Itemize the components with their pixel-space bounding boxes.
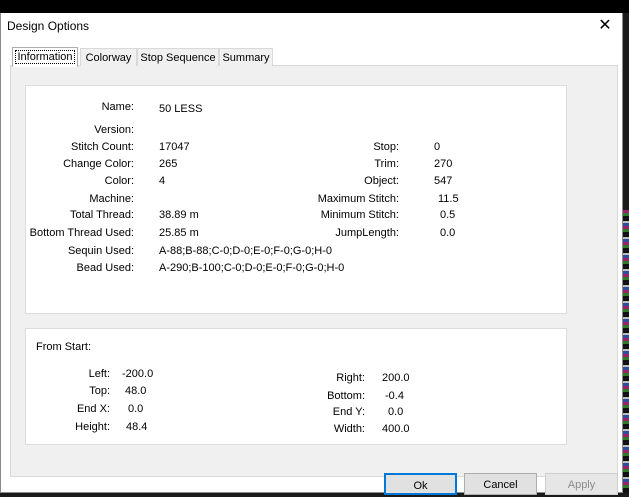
tab-stop-sequence[interactable]: Stop Sequence [137, 48, 219, 66]
bottom-value: -0.4 [385, 390, 404, 402]
from-start-title: From Start: [36, 341, 92, 353]
max-stitch-label: Maximum Stitch: [317, 193, 399, 205]
left-value: -200.0 [122, 368, 154, 380]
end-y-value: 0.0 [388, 406, 404, 418]
stitch-count-value: 17047 [159, 141, 190, 153]
name-value: 50 LESS [159, 103, 203, 115]
sequin-label: Sequin Used: [67, 245, 134, 257]
top-value: 48.0 [125, 385, 147, 397]
end-y-label: End Y: [332, 406, 365, 418]
jump-length-label: JumpLength: [335, 227, 399, 239]
cancel-button[interactable]: Cancel [464, 473, 537, 495]
max-stitch-value: 11.5 [438, 193, 459, 205]
color-value: 4 [159, 175, 166, 187]
trim-label: Trim: [374, 158, 399, 170]
height-label: Height: [75, 421, 110, 433]
trim-value: 270 [434, 158, 453, 170]
height-value: 48.4 [126, 421, 148, 433]
color-label: Color: [104, 175, 134, 187]
right-label: Right: [336, 372, 365, 384]
stop-label: Stop: [373, 141, 399, 153]
bead-value: A-290;B-100;C-0;D-0;E-0;F-0;G-0;H-0 [159, 262, 345, 274]
bead-label: Bead Used: [76, 262, 134, 274]
version-label: Version: [94, 124, 134, 136]
name-label: Name: [101, 101, 134, 113]
tab-colorway[interactable]: Colorway [80, 48, 137, 66]
bottom-thread-value: 25.85 m [159, 227, 199, 239]
left-label: Left: [88, 368, 110, 380]
end-x-value: 0.0 [128, 403, 144, 415]
object-label: Object: [364, 175, 399, 187]
end-x-label: End X: [76, 403, 110, 415]
close-icon[interactable]: ✕ [594, 16, 616, 36]
information-group: Name: 50 LESS Version: Stitch Count: 170… [25, 85, 567, 314]
width-value: 400.0 [382, 423, 410, 435]
stitch-count-label: Stitch Count: [71, 141, 134, 153]
background-strip [0, 0, 629, 13]
bottom-thread-label: Bottom Thread Used: [29, 227, 134, 239]
dialog-title: Design Options [7, 19, 90, 33]
tab-summary[interactable]: Summary [219, 48, 273, 66]
min-stitch-label: Minimum Stitch: [320, 209, 399, 221]
change-color-value: 265 [159, 158, 178, 170]
design-options-dialog: Design Options ✕ Information Colorway St… [0, 13, 623, 495]
apply-button[interactable]: Apply [545, 473, 618, 495]
width-label: Width: [333, 423, 365, 435]
object-value: 547 [434, 175, 453, 187]
bottom-label: Bottom: [327, 390, 365, 402]
machine-label: Machine: [89, 193, 134, 205]
top-label: Top: [89, 385, 110, 397]
change-color-label: Change Color: [63, 158, 134, 170]
tab-information[interactable]: Information [12, 47, 78, 67]
min-stitch-value: 0.5 [440, 209, 456, 221]
ok-button[interactable]: Ok [384, 473, 457, 495]
background-design-right [622, 210, 629, 493]
total-thread-value: 38.89 m [159, 209, 199, 221]
jump-length-value: 0.0 [440, 227, 456, 239]
stop-value: 0 [434, 141, 441, 153]
from-start-group: From Start: Left: -200.0 Top: 48.0 End X… [25, 328, 567, 445]
total-thread-label: Total Thread: [69, 209, 134, 221]
right-value: 200.0 [382, 372, 410, 384]
sequin-value: A-88;B-88;C-0;D-0;E-0;F-0;G-0;H-0 [159, 245, 332, 257]
